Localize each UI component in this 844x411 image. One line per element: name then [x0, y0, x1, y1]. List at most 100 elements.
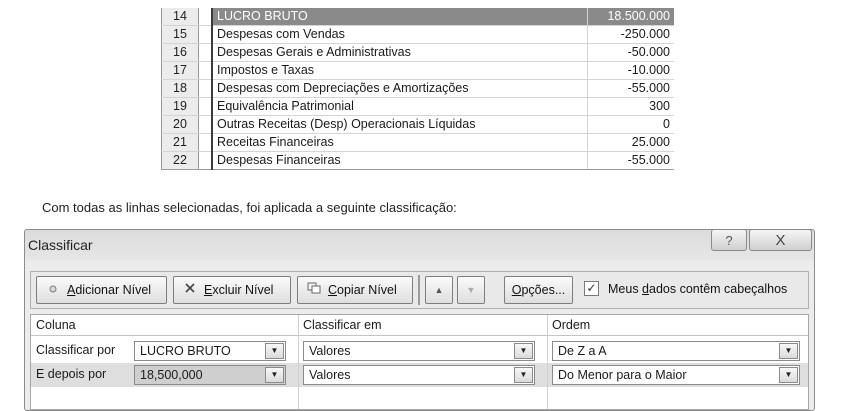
copy-level-accel: C [328, 283, 338, 297]
sheet-row[interactable]: 16 Despesas Gerais e Administrativas -50… [161, 43, 674, 62]
options-button[interactable]: Opções... [504, 276, 573, 304]
headers-label-post: ados contêm cabeçalhos [649, 282, 788, 296]
hidden-column-gap [198, 151, 213, 170]
hidden-column-gap [198, 79, 213, 98]
sheet-row[interactable]: 18 Despesas com Depreciações e Amortizaç… [161, 79, 674, 98]
column-header-classificar-em: Classificar em [303, 318, 382, 332]
order-value: De Z a A [558, 344, 607, 358]
row-number[interactable]: 14 [161, 8, 199, 26]
cell-value[interactable]: 25.000 [587, 133, 674, 152]
sheet-row[interactable]: 19 Equivalência Patrimonial 300 [161, 97, 674, 116]
toolbar-divider [418, 275, 420, 305]
arrow-down-icon: ▼ [466, 285, 476, 295]
level-label: Classificar por [36, 343, 116, 357]
copy-level-button[interactable]: Copiar Nível [297, 276, 413, 304]
cell-label[interactable]: Despesas com Vendas [212, 25, 588, 44]
delete-level-label: xcluir Nível [212, 283, 274, 297]
cell-label[interactable]: Impostos e Taxas [212, 61, 588, 80]
row-number[interactable]: 15 [161, 25, 199, 44]
row-number[interactable]: 19 [161, 97, 199, 116]
column-divider [547, 315, 548, 409]
cell-label[interactable]: Despesas Gerais e Administrativas [212, 43, 588, 62]
sort-on-value: Valores [309, 368, 351, 382]
delete-level-button[interactable]: Excluir Nível [173, 276, 291, 304]
sort-levels-grid: Coluna Classificar em Ordem Classificar … [30, 314, 809, 410]
cell-value[interactable]: -250.000 [587, 25, 674, 44]
row-number[interactable]: 16 [161, 43, 199, 62]
order-value: Do Menor para o Maior [558, 368, 687, 382]
cell-value[interactable]: -10.000 [587, 61, 674, 80]
add-level-button[interactable]: Adicionar Nível [36, 276, 167, 304]
order-select[interactable]: Do Menor para o Maior ▼ [552, 365, 800, 385]
arrow-up-icon: ▲ [434, 285, 444, 295]
sort-dialog: Classificar ? X Adicionar Nível Excluir … [24, 229, 815, 411]
sheet-row[interactable]: 15 Despesas com Vendas -250.000 [161, 25, 674, 44]
cell-value[interactable]: 18.500.000 [587, 8, 674, 26]
dropdown-arrow-icon[interactable]: ▼ [779, 367, 798, 383]
row-number[interactable]: 17 [161, 61, 199, 80]
dropdown-arrow-icon[interactable]: ▼ [779, 343, 798, 359]
row-number[interactable]: 21 [161, 133, 199, 152]
hidden-column-gap [198, 133, 213, 152]
cell-value[interactable]: -55.000 [587, 79, 674, 98]
options-accel: O [511, 283, 522, 297]
hidden-column-gap [198, 8, 213, 26]
cell-label[interactable]: Despesas com Depreciações e Amortizações [212, 79, 588, 98]
add-level-label: dicionar Nível [75, 283, 152, 297]
row-number[interactable]: 18 [161, 79, 199, 98]
dialog-title: Classificar [28, 237, 93, 253]
delete-icon [182, 277, 198, 303]
column-select[interactable]: LUCRO BRUTO ▼ [134, 341, 286, 361]
column-select[interactable]: 18,500,000 ▼ [134, 365, 286, 385]
cell-label[interactable]: Receitas Financeiras [212, 133, 588, 152]
dropdown-arrow-icon[interactable]: ▼ [514, 343, 533, 359]
help-button[interactable]: ? [711, 229, 747, 251]
sort-on-value: Valores [309, 344, 351, 358]
close-icon: X [775, 232, 786, 249]
dropdown-arrow-icon[interactable]: ▼ [514, 367, 533, 383]
row-number[interactable]: 22 [161, 151, 199, 170]
cell-label[interactable]: Outras Receitas (Desp) Operacionais Líqu… [212, 115, 588, 134]
sheet-row[interactable]: 21 Receitas Financeiras 25.000 [161, 133, 674, 152]
hidden-column-gap [198, 61, 213, 80]
sheet-row[interactable]: 14 LUCRO BRUTO 18.500.000 [161, 8, 674, 26]
cell-label[interactable]: Despesas Financeiras [212, 151, 588, 170]
hidden-column-gap [198, 25, 213, 44]
cell-value[interactable]: 0 [587, 115, 674, 134]
close-button[interactable]: X [749, 229, 812, 251]
cell-value[interactable]: -55.000 [587, 151, 674, 170]
spreadsheet-range: 14 LUCRO BRUTO 18.500.000 15 Despesas co… [161, 8, 674, 170]
column-divider [298, 315, 299, 409]
sheet-row[interactable]: 17 Impostos e Taxas -10.000 [161, 61, 674, 80]
column-select-value: LUCRO BRUTO [140, 344, 231, 358]
cell-value[interactable]: 300 [587, 97, 674, 116]
headers-checkbox-label[interactable]: Meus dados contêm cabeçalhos [608, 282, 787, 296]
sheet-row[interactable]: 20 Outras Receitas (Desp) Operacionais L… [161, 115, 674, 134]
row-number[interactable]: 20 [161, 115, 199, 134]
sheet-row[interactable]: 22 Despesas Financeiras -55.000 [161, 151, 674, 170]
cell-label[interactable]: Equivalência Patrimonial [212, 97, 588, 116]
column-header-coluna: Coluna [36, 318, 76, 332]
caption-text: Com todas as linhas selecionadas, foi ap… [42, 200, 457, 215]
add-level-icon [45, 277, 61, 303]
cell-label[interactable]: LUCRO BRUTO [212, 8, 588, 26]
move-down-button[interactable]: ▼ [457, 276, 485, 304]
level-label: E depois por [36, 367, 107, 381]
copy-icon [306, 277, 322, 303]
sort-on-select[interactable]: Valores ▼ [303, 365, 535, 385]
sort-on-select[interactable]: Valores ▼ [303, 341, 535, 361]
headers-label-pre: Meus [608, 282, 643, 296]
order-select[interactable]: De Z a A ▼ [552, 341, 800, 361]
hidden-column-gap [198, 43, 213, 62]
column-header-ordem: Ordem [552, 318, 591, 332]
help-icon: ? [725, 233, 733, 248]
column-select-value: 18,500,000 [140, 368, 203, 382]
headers-checkbox[interactable]: ✓ [584, 281, 599, 296]
dropdown-arrow-icon[interactable]: ▼ [265, 343, 284, 359]
copy-level-label: opiar Nível [337, 283, 397, 297]
grid-header: Coluna Classificar em Ordem [31, 315, 808, 336]
checkmark-icon: ✓ [586, 281, 597, 295]
move-up-button[interactable]: ▲ [425, 276, 453, 304]
dropdown-arrow-icon[interactable]: ▼ [265, 367, 284, 383]
cell-value[interactable]: -50.000 [587, 43, 674, 62]
